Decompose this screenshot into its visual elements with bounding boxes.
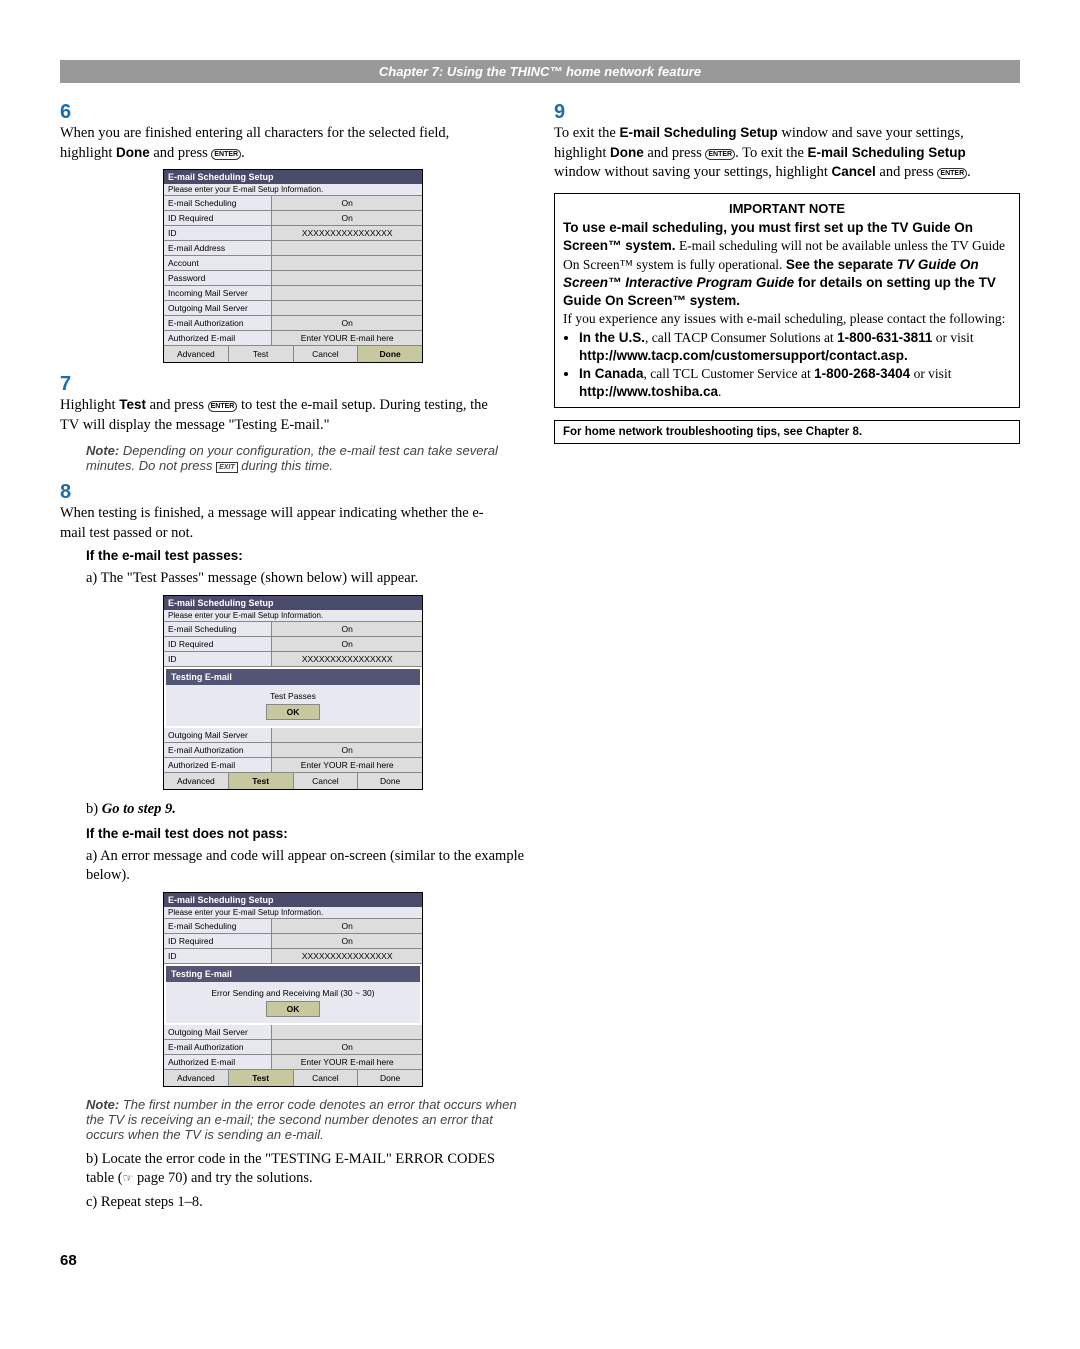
important-note-box: IMPORTANT NOTE To use e-mail scheduling,… bbox=[554, 193, 1020, 409]
advanced-button[interactable]: Advanced bbox=[164, 773, 229, 789]
bullet-us: In the U.S., call TACP Consumer Solution… bbox=[579, 329, 1011, 365]
pointer-icon: ☞ bbox=[123, 1171, 134, 1185]
email-setup-dialog-3: E-mail Scheduling Setup Please enter you… bbox=[163, 892, 423, 1087]
dialog-subtitle: Please enter your E-mail Setup Informati… bbox=[164, 184, 422, 196]
step-6: 6 When you are finished entering all cha… bbox=[60, 101, 526, 163]
done-button[interactable]: Done bbox=[358, 346, 422, 362]
important-note-title: IMPORTANT NOTE bbox=[563, 200, 1011, 218]
done-button[interactable]: Done bbox=[358, 773, 422, 789]
exit-icon: EXIT bbox=[216, 462, 238, 473]
done-button[interactable]: Done bbox=[358, 1070, 422, 1086]
test-passes-heading: If the e-mail test passes: bbox=[86, 548, 243, 563]
testing-email-modal-title: Testing E-mail bbox=[166, 966, 420, 982]
enter-icon: ENTER bbox=[208, 401, 238, 412]
advanced-button[interactable]: Advanced bbox=[164, 346, 229, 362]
enter-icon: ENTER bbox=[937, 168, 967, 179]
troubleshooting-tips-box: For home network troubleshooting tips, s… bbox=[554, 420, 1020, 444]
cancel-button[interactable]: Cancel bbox=[294, 346, 359, 362]
ok-button[interactable]: OK bbox=[266, 1001, 321, 1017]
enter-icon: ENTER bbox=[705, 149, 735, 160]
error-message: Error Sending and Receiving Mail (30 ~ 3… bbox=[172, 988, 414, 998]
dialog-button-row: Advanced Test Cancel Done bbox=[164, 346, 422, 362]
note-2: Note: The first number in the error code… bbox=[86, 1097, 526, 1142]
step-number: 6 bbox=[60, 101, 86, 124]
test-passes-message: Test Passes bbox=[172, 691, 414, 701]
ok-button[interactable]: OK bbox=[266, 704, 321, 720]
email-setup-dialog-1: E-mail Scheduling Setup Please enter you… bbox=[163, 169, 423, 363]
email-setup-dialog-2: E-mail Scheduling Setup Please enter you… bbox=[163, 595, 423, 790]
step-number: 9 bbox=[554, 101, 580, 124]
cancel-button[interactable]: Cancel bbox=[294, 773, 359, 789]
step-6-text: When you are finished entering all chara… bbox=[60, 124, 498, 163]
page-number: 68 bbox=[60, 1252, 1020, 1269]
fail-b: b) Locate the error code in the "TESTING… bbox=[86, 1150, 526, 1189]
dialog-title: E-mail Scheduling Setup bbox=[164, 170, 422, 184]
test-button[interactable]: Test bbox=[229, 1070, 294, 1086]
left-column: 6 When you are finished entering all cha… bbox=[60, 101, 526, 1212]
step-7: 7 Highlight Test and press ENTER to test… bbox=[60, 373, 526, 435]
test-button[interactable]: Test bbox=[229, 773, 294, 789]
pass-a: a) The "Test Passes" message (shown belo… bbox=[86, 569, 526, 589]
step-8: 8 When testing is finished, a message wi… bbox=[60, 481, 526, 543]
pass-b: b) Go to step 9. bbox=[86, 800, 526, 820]
advanced-button[interactable]: Advanced bbox=[164, 1070, 229, 1086]
step-number: 7 bbox=[60, 373, 86, 396]
fail-a: a) An error message and code will appear… bbox=[86, 847, 526, 886]
done-label: Done bbox=[116, 145, 150, 160]
test-fails-heading: If the e-mail test does not pass: bbox=[86, 826, 288, 841]
chapter-header: Chapter 7: Using the THINC™ home network… bbox=[60, 60, 1020, 83]
step-number: 8 bbox=[60, 481, 86, 504]
right-column: 9 To exit the E-mail Scheduling Setup wi… bbox=[554, 101, 1020, 1212]
testing-email-modal-title: Testing E-mail bbox=[166, 669, 420, 685]
bullet-canada: In Canada, call TCL Customer Service at … bbox=[579, 365, 1011, 401]
test-button[interactable]: Test bbox=[229, 346, 294, 362]
step-9: 9 To exit the E-mail Scheduling Setup wi… bbox=[554, 101, 1020, 183]
note-1: Note: Depending on your configuration, t… bbox=[86, 443, 526, 473]
test-label: Test bbox=[119, 397, 146, 412]
enter-icon: ENTER bbox=[211, 149, 241, 160]
cancel-button[interactable]: Cancel bbox=[294, 1070, 359, 1086]
fail-c: c) Repeat steps 1–8. bbox=[86, 1193, 526, 1213]
